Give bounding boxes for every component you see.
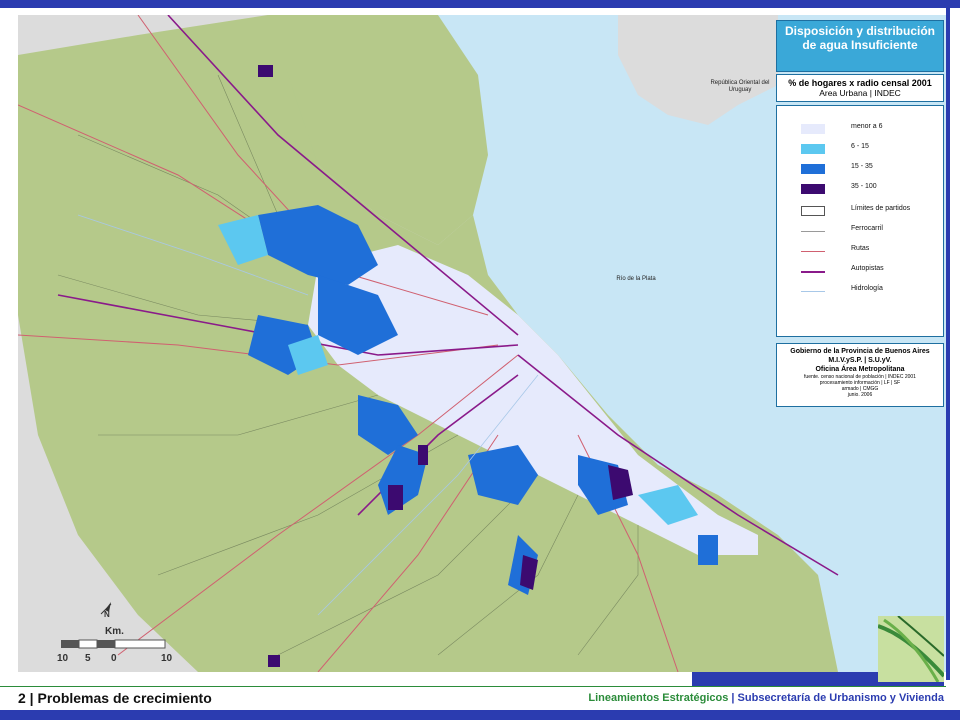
legend-label: Rutas (851, 245, 870, 252)
legend-row-15-35: 15 - 35 (777, 162, 945, 176)
legend-row-autopistas: Autopistas (777, 264, 945, 278)
top-accent-bar (0, 0, 960, 8)
legend-swatch (801, 124, 825, 134)
legend-title: Disposición y distribución de agua Insuf… (776, 20, 944, 72)
legend-row-rutas: Rutas (777, 244, 945, 258)
footer-divider (0, 686, 946, 687)
logo-image (878, 616, 944, 682)
legend-swatch (801, 144, 825, 154)
legend-label: Ferrocarril (851, 225, 883, 232)
legend-line (801, 271, 825, 273)
legend-line (801, 291, 825, 292)
legend-label: 35 - 100 (851, 183, 877, 190)
legend-line (801, 251, 825, 252)
legend-subtitle: % de hogares x radio censal 2001 Area Ur… (776, 74, 944, 102)
credits-box: Gobierno de la Provincia de Buenos Aires… (776, 343, 944, 407)
legend-swatch (801, 206, 825, 216)
right-accent-bar (946, 0, 950, 680)
scale-tick: 5 (85, 653, 91, 664)
scale-tick: 10 (57, 653, 69, 664)
legend-label: menor a 6 (851, 123, 883, 130)
credits-line2: M.I.V.yS.P. | S.U.yV. (828, 357, 892, 364)
legend-row-hidrologia: Hidrología (777, 284, 945, 298)
legend-row-menor-6: menor a 6 (777, 122, 945, 136)
legend-row-6-15: 6 - 15 (777, 142, 945, 156)
label-rio-de-la-plata: Río de la Plata (616, 276, 656, 282)
legend-label: Límites de partidos (851, 205, 911, 212)
credits-line1: Gobierno de la Provincia de Buenos Aires (790, 348, 930, 355)
legend-swatch (801, 164, 825, 174)
scale-unit: Km. (105, 626, 124, 637)
legend-row-35-100: 35 - 100 (777, 182, 945, 196)
legend-items: menor a 6 6 - 15 15 - 35 35 - 100 Límite… (776, 105, 944, 337)
legend-subtitle-line1: % de hogares x radio censal 2001 (788, 78, 932, 88)
credits-line7: junio. 2006 (847, 392, 873, 398)
legend-line (801, 231, 825, 232)
footer-credit-blue: Subsecretaría de Urbanismo y Vivienda (737, 692, 944, 704)
label-uruguay: República Oriental del Uruguay (710, 80, 770, 93)
scale-tick: 10 (161, 653, 173, 664)
footer-credit: Lineamientos Estratégicos | Subsecretarí… (0, 692, 944, 704)
bottom-accent-bar (0, 710, 960, 720)
legend-row-limites: Límites de partidos (777, 204, 945, 218)
scale-tick: 0 (111, 653, 117, 664)
legend-swatch (801, 184, 825, 194)
credits-line3: Oficina Área Metropolitana (815, 366, 905, 373)
legend-label: Autopistas (851, 265, 884, 272)
legend-subtitle-line2: Area Urbana | INDEC (819, 88, 901, 98)
footer-credit-green: Lineamientos Estratégicos (588, 692, 729, 704)
north-label: N (104, 610, 110, 619)
scale-bar: N Km. 10 5 0 10 (55, 598, 185, 670)
legend-label: 6 - 15 (851, 143, 869, 150)
legend-label: Hidrología (851, 285, 883, 292)
legend-row-ferrocarril: Ferrocarril (777, 224, 945, 238)
footer-separator: | (728, 692, 738, 704)
legend-label: 15 - 35 (851, 163, 873, 170)
